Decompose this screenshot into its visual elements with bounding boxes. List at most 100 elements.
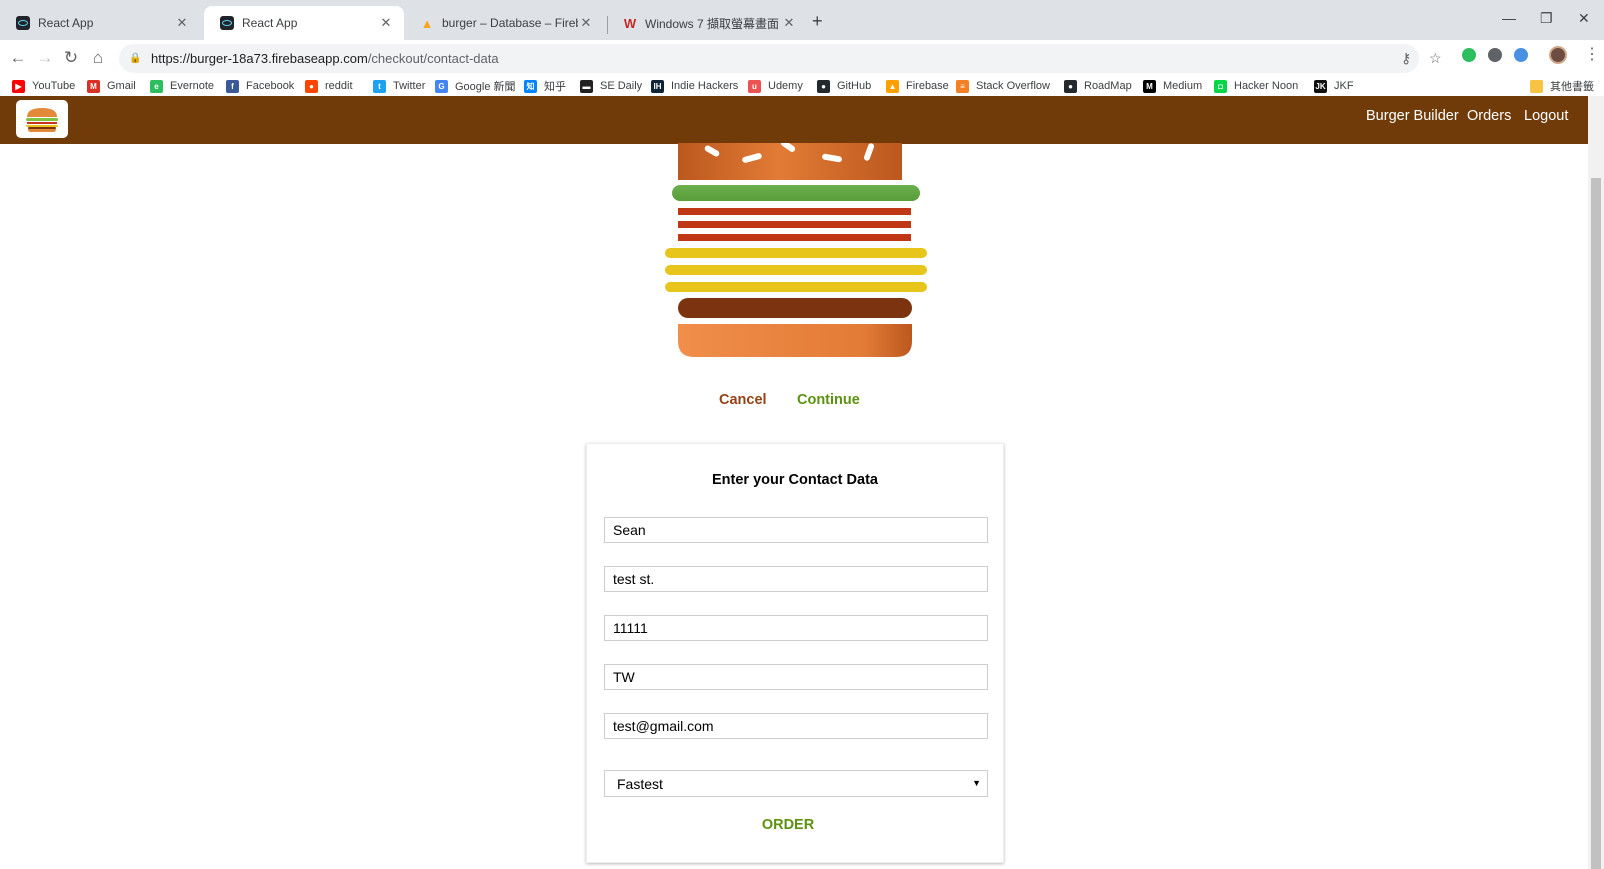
dropdown-arrow-icon: ▼ [972, 778, 981, 788]
gmail-icon: M [87, 79, 100, 93]
firebase-icon: ▲ [420, 15, 434, 31]
github-icon: ● [817, 79, 830, 93]
delivery-method-value: Fastest [617, 775, 663, 792]
bookmark-se-daily[interactable]: ▬ SE Daily [580, 78, 642, 94]
nav-logout[interactable]: Logout [1524, 108, 1568, 124]
bookmark-google[interactable]: G Google 新聞 [435, 78, 516, 94]
close-icon[interactable]: ✕ [781, 15, 797, 31]
se-daily-icon: ▬ [580, 79, 593, 93]
order-button[interactable]: ORDER [587, 817, 989, 833]
evernote-icon: e [150, 79, 163, 93]
browser-toolbar: ← → ↻ ⌂ 🔒 https://burger-18a73.firebasea… [0, 40, 1604, 78]
stackoverflow-icon: ≡ [956, 79, 969, 93]
bookmark-gmail[interactable]: M Gmail [87, 78, 136, 94]
window-close-icon[interactable]: ✕ [1578, 10, 1590, 27]
tab-3[interactable]: ▲ burger – Database – Firebase c ✕ [404, 6, 604, 40]
close-icon[interactable]: ✕ [578, 15, 594, 31]
street-input[interactable] [604, 566, 988, 592]
nav-burger-builder[interactable]: Burger Builder [1366, 108, 1459, 124]
bread-top [678, 143, 902, 180]
bookmark-label: Facebook [246, 80, 295, 92]
bookmark-github[interactable]: ● GitHub [817, 78, 871, 94]
salad-layer [672, 185, 920, 201]
bookmark-roadmap[interactable]: ● RoadMap [1064, 78, 1132, 94]
w-icon: W [623, 15, 637, 31]
nav-orders[interactable]: Orders [1467, 108, 1511, 124]
bookmark-label: Indie Hackers [671, 80, 739, 92]
key-icon[interactable]: ⚷ [1401, 50, 1411, 67]
bookmark-facebook[interactable]: f Facebook [226, 78, 294, 94]
evernote-extension-icon[interactable] [1462, 48, 1476, 62]
profile-avatar[interactable] [1549, 46, 1567, 64]
scrollbar[interactable] [1588, 96, 1604, 869]
url-path: /checkout/contact-data [367, 51, 499, 66]
tab-2[interactable]: React App ✕ [204, 6, 404, 40]
bookmark-stack-overflow[interactable]: ≡ Stack Overflow [956, 78, 1050, 94]
bookmark-youtube[interactable]: ▶ YouTube [12, 78, 75, 94]
zip-code-input[interactable] [604, 615, 988, 641]
bookmark-medium[interactable]: M Medium [1143, 78, 1202, 94]
bookmark-hacker-noon[interactable]: ◘ Hacker Noon [1214, 78, 1298, 94]
minimize-icon[interactable]: — [1502, 10, 1516, 26]
close-icon[interactable]: ✕ [378, 15, 394, 31]
address-bar[interactable]: 🔒 https://burger-18a73.firebaseapp.com/c… [119, 44, 1442, 73]
bookmark-label: GitHub [837, 80, 872, 92]
tab-1[interactable]: React App ✕ [0, 6, 200, 40]
extension-icon[interactable] [1488, 48, 1502, 62]
bookmark-twitter[interactable]: t Twitter [373, 78, 425, 94]
github-icon: ● [1064, 79, 1077, 93]
tab-4[interactable]: W Windows 7 擷取螢幕畫面 Print S ✕ [607, 6, 807, 40]
scrollbar-thumb[interactable] [1591, 178, 1601, 869]
bookmark-label: JKF [1334, 80, 1354, 92]
youtube-icon: ▶ [12, 79, 25, 93]
contact-data-form: Enter your Contact Data Fastest ▼ ORDER [586, 443, 1004, 863]
reddit-icon: ● [305, 79, 318, 93]
bookmark-reddit[interactable]: ● reddit [305, 78, 353, 94]
bookmark-label: Firebase [906, 80, 949, 92]
burger-preview [665, 143, 927, 357]
delivery-method-select[interactable]: Fastest ▼ [604, 770, 988, 797]
menu-icon[interactable]: ⋮ [1584, 44, 1600, 64]
bookmark-label: Twitter [393, 80, 426, 92]
twitter-icon: t [373, 79, 386, 93]
reload-icon[interactable]: ↻ [60, 47, 82, 69]
country-input[interactable] [604, 664, 988, 690]
bookmark-udemy[interactable]: u Udemy [748, 78, 803, 94]
continue-button[interactable]: Continue [797, 392, 860, 408]
medium-icon: M [1143, 79, 1156, 93]
bookmark-label: Evernote [170, 80, 215, 92]
bookmark-jkf[interactable]: JK JKF [1314, 78, 1354, 94]
new-tab-button[interactable]: + [812, 12, 823, 30]
react-icon [220, 16, 234, 30]
hacker-noon-icon: ◘ [1214, 79, 1227, 93]
other-bookmarks[interactable]: 其他書籤 [1530, 78, 1594, 94]
bookmark-[interactable]: 知知乎 [524, 78, 566, 94]
bookmark-label: Medium [1163, 80, 1203, 92]
bookmark-label: 知乎 [544, 81, 566, 93]
bookmark-label: Stack Overflow [976, 80, 1050, 92]
bookmark-firebase[interactable]: ▲ Firebase [886, 78, 949, 94]
star-icon[interactable]: ☆ [1429, 50, 1442, 67]
react-icon [16, 16, 30, 30]
back-icon[interactable]: ← [7, 47, 29, 69]
extension-icon[interactable] [1514, 48, 1528, 62]
bookmark-indie-hackers[interactable]: IH Indie Hackers [651, 78, 738, 94]
bookmark-label: RoadMap [1084, 80, 1132, 92]
home-icon[interactable]: ⌂ [87, 47, 109, 69]
tab-title: burger – Database – Firebase c [442, 16, 578, 30]
lock-icon: 🔒 [129, 53, 142, 64]
zhihu-icon: 知 [524, 79, 537, 93]
folder-icon [1530, 79, 1543, 93]
bookmark-label: Hacker Noon [1234, 80, 1299, 92]
bookmark-label: SE Daily [600, 80, 643, 92]
bookmark-evernote[interactable]: e Evernote [150, 78, 214, 94]
cancel-button[interactable]: Cancel [719, 392, 767, 408]
burger-logo[interactable] [16, 100, 68, 138]
forward-icon[interactable]: → [34, 47, 56, 69]
tab-strip: React App ✕ React App ✕ ▲ burger – Datab… [0, 0, 1604, 40]
email-input[interactable] [604, 713, 988, 739]
restore-icon[interactable]: ❐ [1540, 10, 1553, 27]
bookmark-label: Udemy [768, 80, 803, 92]
name-input[interactable] [604, 517, 988, 543]
close-icon[interactable]: ✕ [174, 15, 190, 31]
